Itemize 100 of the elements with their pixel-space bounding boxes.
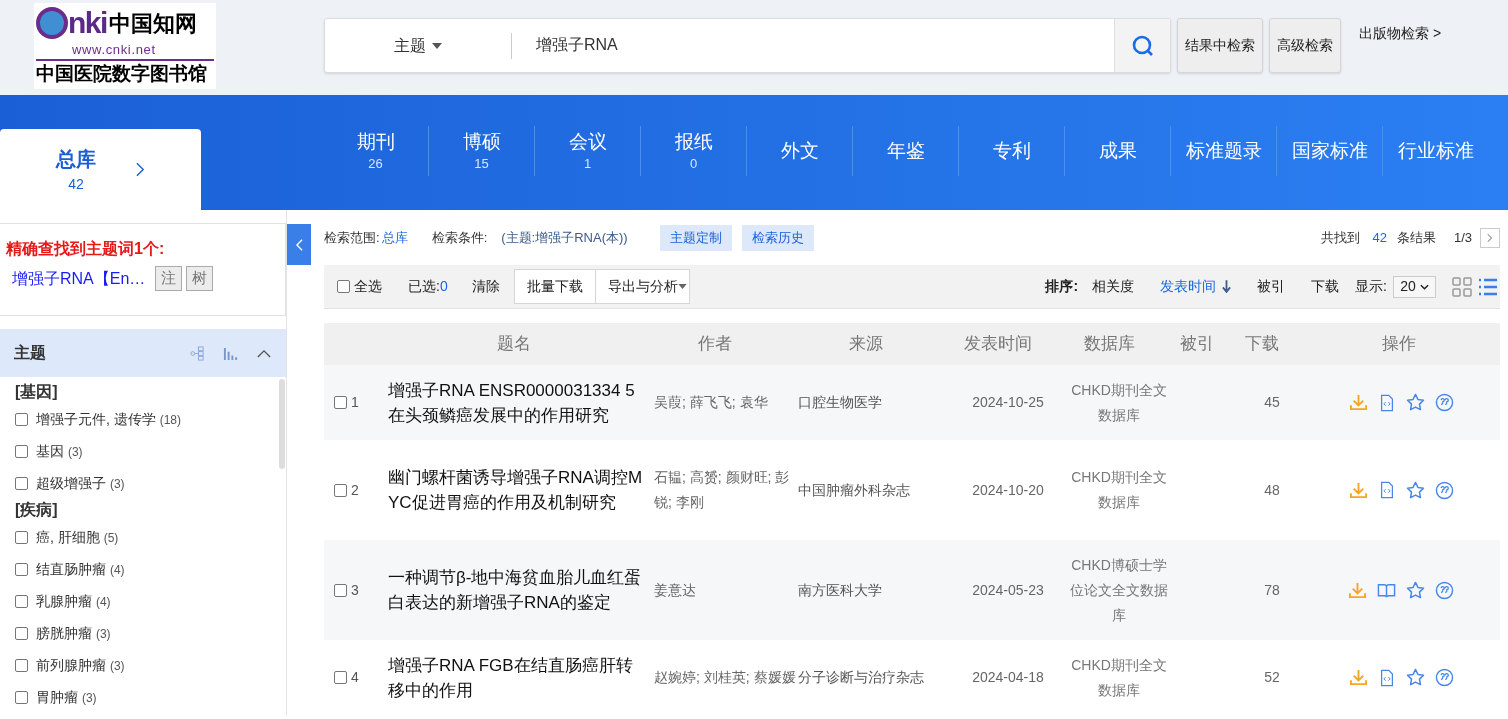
checkbox[interactable] [334, 396, 347, 409]
facet-option[interactable]: 增强子元件, 遗传学 (18) [15, 403, 279, 435]
checkbox[interactable] [15, 658, 28, 672]
checkbox[interactable] [15, 594, 28, 608]
scrollbar[interactable] [279, 379, 285, 469]
article-title-link[interactable]: 增强子RNA FGB在结直肠癌肝转移中的作用 [388, 652, 654, 703]
sort-option[interactable]: 下载 [1311, 276, 1340, 297]
library-name: 中国医院数字图书馆 [36, 62, 208, 86]
checkbox[interactable] [15, 626, 28, 640]
article-title-link[interactable]: 增强子RNA ENSR0000031334 5在头颈鳞癌发展中的作用研究 [388, 377, 654, 428]
list-view-icon[interactable] [1478, 276, 1498, 297]
row-number: 2 [351, 480, 359, 500]
result-count-suffix: 条结果 [1396, 228, 1436, 247]
facet-option[interactable]: 膀胱肿瘤 (3) [15, 617, 279, 649]
network-icon[interactable] [190, 345, 205, 361]
checkbox[interactable] [15, 444, 28, 458]
next-page-button[interactable] [1480, 227, 1500, 248]
search-option-button[interactable]: 高级检索 [1269, 18, 1341, 73]
article-title-link[interactable]: 幽门螺杆菌诱导增强子RNA调控MYC促进胃癌的作用及机制研究 [388, 465, 654, 515]
authors-cell-text: 石韫; 高赟; 颜财旺; 彭锐; 李刚 [654, 468, 791, 512]
database-tab[interactable]: 外文 [747, 120, 852, 181]
checkbox[interactable] [15, 530, 28, 544]
checkbox[interactable] [334, 583, 347, 597]
database-tab[interactable]: 国家标准 [1277, 120, 1382, 181]
article-title-link[interactable]: 一种调节β-地中海贫血胎儿血红蛋白表达的新增强子RNA的鉴定 [388, 565, 654, 615]
database-cell-text: CHKD期刊全文数据库 [1070, 380, 1168, 425]
facet-option[interactable]: 超级增强子 (3) [15, 467, 279, 499]
bar-chart-icon[interactable] [223, 345, 238, 361]
facet-option[interactable]: 结直肠肿瘤 (4) [15, 553, 279, 585]
star-icon[interactable] [1405, 480, 1425, 500]
checkbox[interactable] [334, 671, 347, 684]
source-cell-text: 南方医科大学 [797, 580, 883, 600]
page-size-select[interactable]: 20 [1393, 275, 1436, 298]
database-tab[interactable]: 年鉴 [853, 120, 958, 181]
quote-icon[interactable] [1434, 393, 1454, 412]
clear-button[interactable]: 清除 [471, 276, 500, 297]
sidebar-collapse-button[interactable] [287, 224, 311, 265]
quote-icon[interactable] [1435, 580, 1454, 600]
column-header: 操作 [1381, 333, 1417, 356]
download-icon[interactable] [1348, 393, 1368, 412]
sort-option[interactable]: 相关度 [1092, 276, 1135, 297]
authors-cell-text: 姜意达 [654, 580, 697, 600]
authors-cell-text: 吴葭; 薛飞飞; 袁华 [654, 393, 769, 412]
search-field-selector[interactable]: 主题 [325, 19, 511, 72]
checkbox[interactable] [15, 476, 28, 490]
topic-action-button[interactable]: 树 [186, 266, 214, 291]
chevron-right-icon [1487, 232, 1493, 243]
quote-icon[interactable] [1434, 668, 1454, 687]
topic-term-link[interactable]: 增强子RNA【En… [12, 266, 146, 291]
sort-option[interactable]: 被引 [1257, 276, 1286, 297]
grid-view-icon[interactable] [1452, 276, 1472, 297]
column-header: 作者 [697, 333, 733, 356]
caret-down-icon [432, 42, 442, 49]
topic-action-button[interactable]: 注 [155, 266, 183, 291]
database-tab[interactable]: 成果 [1065, 120, 1170, 181]
checkbox[interactable] [15, 562, 28, 576]
facet-group-heading: [基因] [15, 382, 59, 402]
search-option-button[interactable]: 结果中检索 [1177, 18, 1263, 73]
facet-option[interactable]: 前列腺肿瘤 (3) [15, 649, 279, 681]
search-field[interactable]: 主题 增强子RNA [324, 18, 1171, 73]
database-tab[interactable]: 会议 1 [535, 120, 640, 181]
page-indicator: 1/3 [1453, 228, 1472, 247]
facet-group-heading: [疾病] [15, 500, 59, 520]
download-icon[interactable] [1348, 480, 1368, 500]
database-tab[interactable]: 行业标准 [1383, 120, 1488, 181]
database-tab[interactable]: 总库 42 [0, 129, 201, 210]
sort-option[interactable]: 发表时间 [1160, 276, 1232, 297]
database-cell-text: CHKD期刊全文数据库 [1070, 468, 1168, 512]
search-button[interactable] [1114, 19, 1170, 72]
database-tab[interactable]: 标准题录 [1171, 120, 1276, 181]
checkbox[interactable] [15, 412, 28, 426]
database-tab[interactable]: 博硕 15 [429, 120, 534, 181]
export-dropdown[interactable]: 导出与分析 [595, 269, 690, 304]
checkbox[interactable] [337, 280, 350, 293]
chevron-down-icon [1419, 283, 1429, 290]
facet-option[interactable]: 基因 (3) [15, 435, 279, 467]
star-icon[interactable] [1405, 668, 1425, 687]
database-tab[interactable]: 期刊 26 [323, 120, 428, 181]
facet-option[interactable]: 乳腺肿瘤 (4) [15, 585, 279, 617]
publication-search-link[interactable]: 出版物检索 > [1359, 23, 1442, 44]
download-icon[interactable] [1348, 668, 1368, 687]
logo[interactable]: nki中国知网 www.cnki.net 中国医院数字图书馆 [34, 3, 216, 89]
facet-option[interactable]: 癌, 肝细胞 (5) [15, 521, 279, 553]
row-number: 4 [351, 668, 359, 687]
batch-download-button[interactable]: 批量下载 [513, 269, 596, 304]
database-tab[interactable]: 专利 [959, 120, 1064, 181]
facet-option[interactable]: 胃肿瘤 (3) [15, 681, 279, 713]
star-icon[interactable] [1406, 580, 1425, 600]
criteria-button[interactable]: 检索历史 [741, 224, 814, 251]
column-header: 来源 [848, 333, 884, 356]
download-icon[interactable] [1348, 580, 1367, 600]
topic-match-heading: 精确查找到主题词1个: [6, 239, 166, 259]
logo-brand-chinese: 中国知网 [108, 12, 197, 34]
criteria-button[interactable]: 主题定制 [659, 224, 732, 251]
checkbox[interactable] [334, 483, 347, 497]
quote-icon[interactable] [1434, 480, 1454, 500]
database-tab[interactable]: 报纸 0 [641, 120, 746, 181]
checkbox[interactable] [15, 690, 28, 704]
select-all-checkbox[interactable]: 全选 [337, 276, 382, 297]
star-icon[interactable] [1405, 393, 1425, 412]
